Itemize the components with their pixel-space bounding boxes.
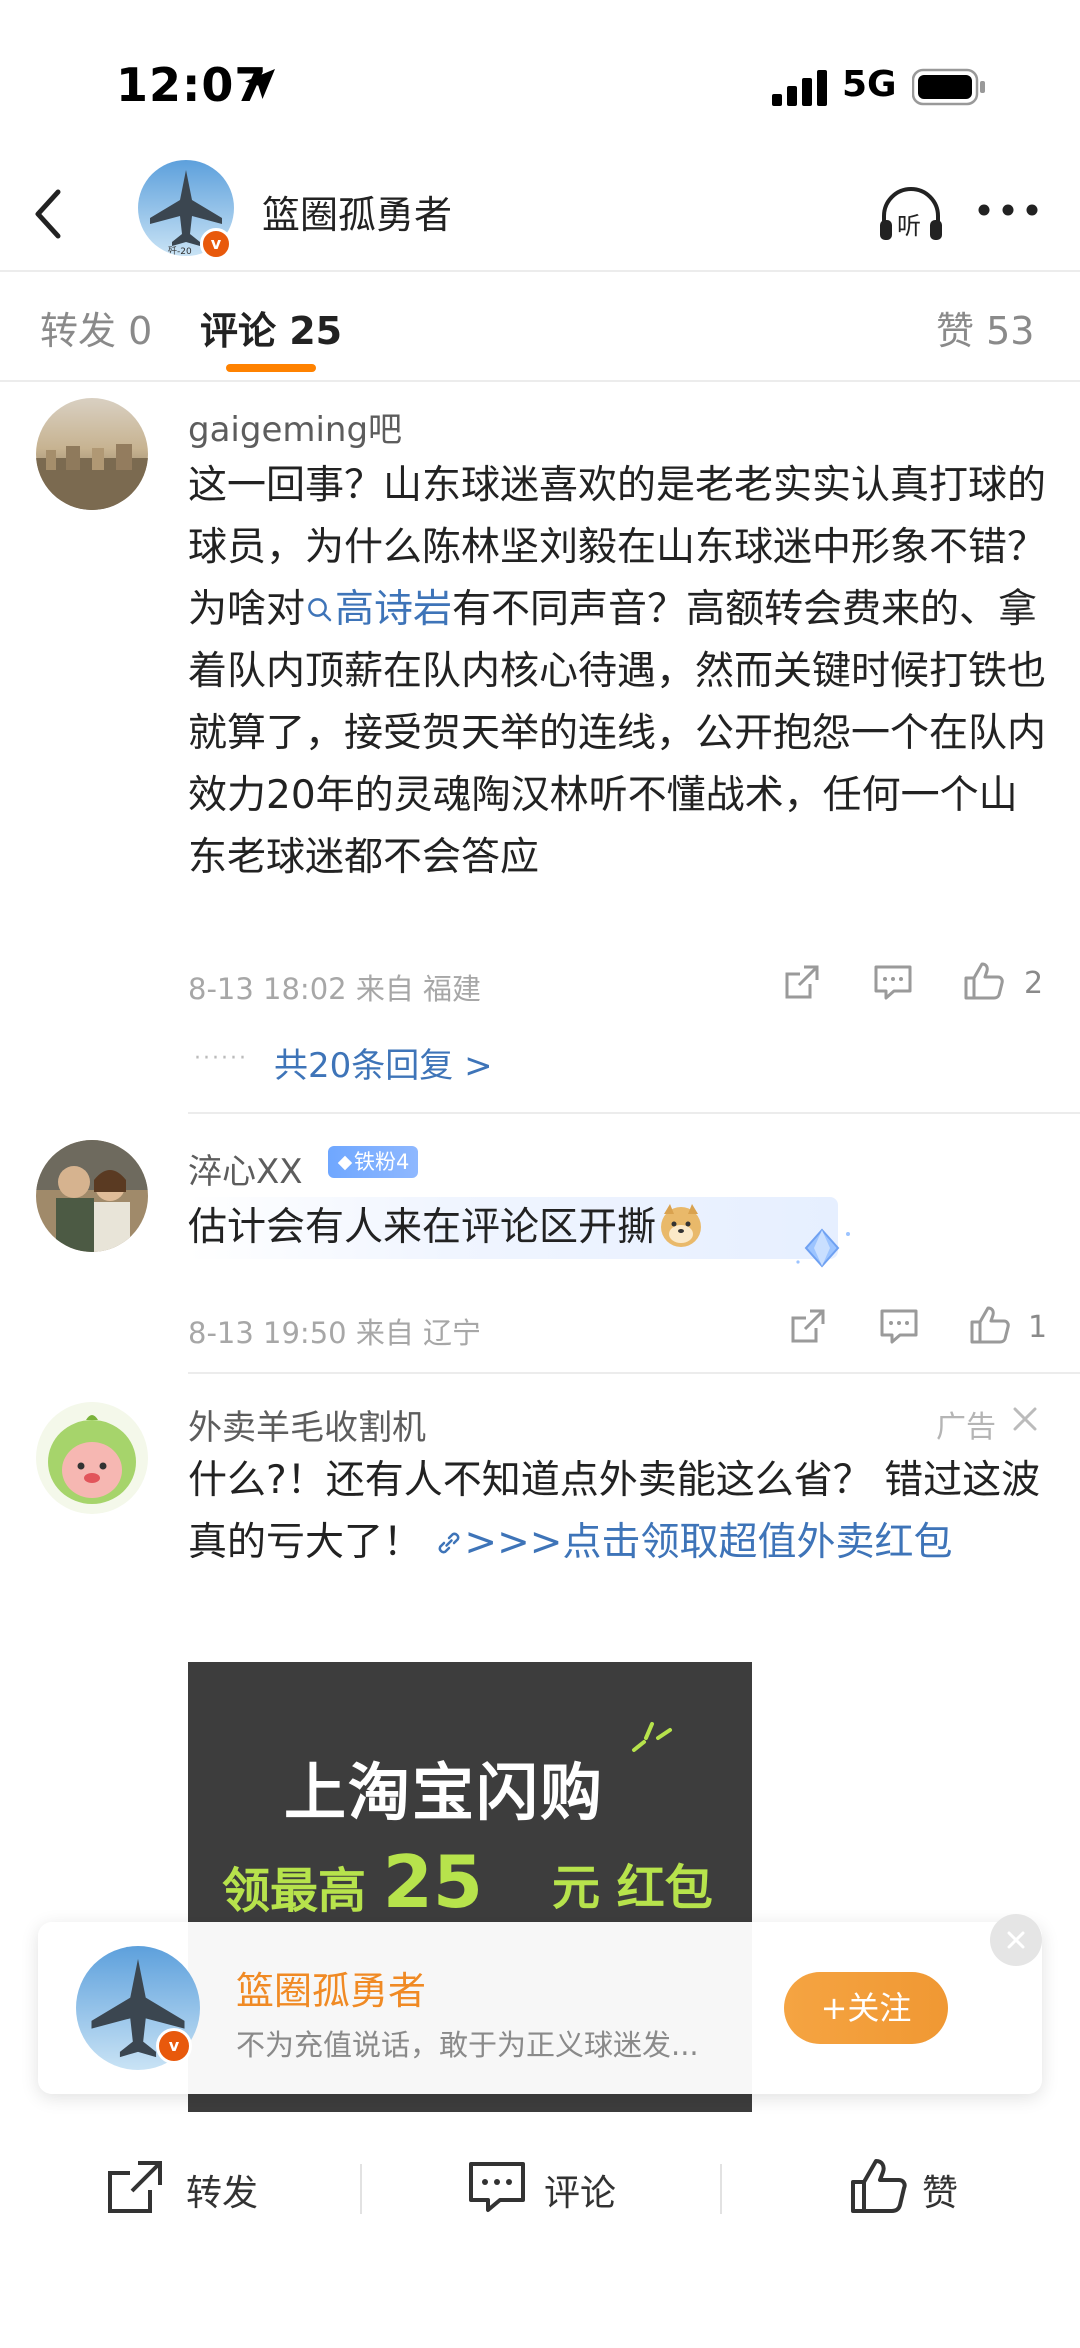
- comment-divider: [188, 1372, 1080, 1374]
- comment-icon: [469, 2162, 525, 2212]
- like-count: 2: [1024, 966, 1044, 1001]
- fan-level-badge: 铁粉4: [328, 1146, 418, 1178]
- cellular-signal-icon: [772, 70, 827, 106]
- follow-card-close-button[interactable]: [990, 1914, 1042, 1966]
- search-icon: [308, 598, 332, 622]
- comment-text-body: 估计会有人来在评论区开撕: [188, 1205, 657, 1250]
- tabs-divider: [0, 380, 1080, 382]
- comment-text: 这一回事？山东球迷喜欢的是老老实实认真打球的球员，为什么陈林坚刘毅在山东球迷中形…: [188, 455, 1048, 889]
- nav-header: 歼-20 v 篮圈孤勇者 听: [0, 160, 1080, 270]
- ad-offer-amount: 25: [382, 1840, 483, 1924]
- follow-card-name[interactable]: 篮圈孤勇者: [236, 1960, 426, 2015]
- ad-tag: 广告: [936, 1410, 996, 1445]
- repost-icon: [108, 2161, 162, 2213]
- network-type: 5G: [842, 64, 897, 105]
- commenter-name[interactable]: gaigeming吧: [188, 402, 402, 451]
- ad-image-offer: 领最高 25: [222, 1840, 483, 1924]
- follow-card-description: 不为充值说话，敢于为正义球迷发...: [236, 2028, 699, 2062]
- comment-divider: [188, 1112, 1080, 1114]
- follow-card: v 篮圈孤勇者 不为充值说话，敢于为正义球迷发... +关注: [38, 1914, 1042, 2094]
- repost-label: 转发: [186, 2173, 259, 2214]
- sparkle-lines-icon: [632, 1722, 672, 1752]
- listen-label: 听: [897, 212, 921, 240]
- like-button[interactable]: 赞: [848, 2150, 978, 2220]
- share-icon[interactable]: [782, 962, 822, 1002]
- verified-v-icon: v: [156, 2028, 192, 2064]
- tab-comments[interactable]: 评论 25: [200, 300, 342, 355]
- link-chain-icon: [439, 1532, 460, 1554]
- avatar-caption: 歼-20: [168, 246, 192, 256]
- active-tab-indicator: [226, 364, 316, 372]
- back-icon[interactable]: [28, 184, 68, 244]
- location-arrow-icon: [245, 69, 275, 99]
- view-replies-link[interactable]: 共20条回复 >: [274, 1038, 493, 1087]
- comment-label: 评论: [544, 2173, 617, 2214]
- toolbar-separator: [360, 2164, 362, 2214]
- like-count: 1: [1028, 1310, 1048, 1345]
- diamond-icon: [337, 1155, 353, 1171]
- topic-link[interactable]: 高诗岩: [305, 587, 452, 632]
- comment-meta: 8-13 19:50 来自 辽宁: [188, 1316, 482, 1350]
- like-label: 赞: [922, 2173, 959, 2214]
- battery-icon: [912, 68, 985, 106]
- commenter-avatar[interactable]: [36, 1140, 148, 1252]
- tab-likes[interactable]: 赞 53: [936, 300, 1034, 355]
- commenter-name[interactable]: 淬心XX: [188, 1144, 303, 1193]
- page-title[interactable]: 篮圈孤勇者: [262, 184, 452, 239]
- topic-link-text[interactable]: 高诗岩: [335, 587, 452, 632]
- comment-text: 估计会有人来在评论区开撕: [188, 1197, 838, 1259]
- bottom-toolbar: 转发 评论 赞: [0, 2128, 1080, 2248]
- ad-link[interactable]: >>>点击领取超值外卖红包: [434, 1520, 952, 1565]
- ad-offer-prefix: 领最高: [222, 1863, 367, 1919]
- comment-button[interactable]: 评论: [466, 2150, 636, 2220]
- tab-bar: 转发 0 评论 25 赞 53: [0, 272, 1080, 380]
- commenter-avatar[interactable]: [36, 398, 148, 510]
- close-ad-icon[interactable]: [1010, 1404, 1040, 1434]
- verified-v-icon: v: [200, 228, 232, 260]
- repost-button[interactable]: 转发: [104, 2150, 274, 2220]
- like-icon[interactable]: [962, 960, 1006, 1002]
- more-options-icon[interactable]: [976, 198, 1040, 222]
- doge-emoji-icon: [661, 1204, 702, 1247]
- comment-meta: 8-13 18:02 来自 福建: [188, 972, 482, 1006]
- ad-text: 什么?！还有人不知道点外卖能这么省？ 错过这波真的亏大了！ >>>点击领取超值外…: [188, 1450, 1048, 1574]
- like-thumb-icon: [851, 2159, 907, 2213]
- status-bar: 12:07 5G: [0, 0, 1080, 160]
- close-icon: [1007, 1931, 1025, 1949]
- ad-image-headline: 上淘宝闪购: [284, 1756, 605, 1829]
- tab-reposts[interactable]: 转发 0: [40, 300, 152, 355]
- reply-icon[interactable]: [878, 1306, 920, 1346]
- advertiser-name[interactable]: 外卖羊毛收割机: [188, 1400, 426, 1449]
- toolbar-separator: [720, 2164, 722, 2214]
- share-icon[interactable]: [788, 1306, 828, 1346]
- headphones-listen-icon[interactable]: 听: [876, 184, 946, 244]
- ad-link-text[interactable]: >>>点击领取超值外卖红包: [464, 1520, 952, 1565]
- diamond-sparkle-icon: [796, 1228, 850, 1268]
- reply-dots: ······: [194, 1046, 248, 1071]
- like-icon[interactable]: [968, 1304, 1012, 1346]
- advertiser-avatar[interactable]: [36, 1402, 148, 1514]
- fan-level-label: 铁粉4: [354, 1150, 410, 1174]
- reply-icon[interactable]: [872, 962, 914, 1002]
- ad-offer-suffix: 元 红包: [552, 1860, 713, 1916]
- follow-button[interactable]: +关注: [784, 1972, 948, 2044]
